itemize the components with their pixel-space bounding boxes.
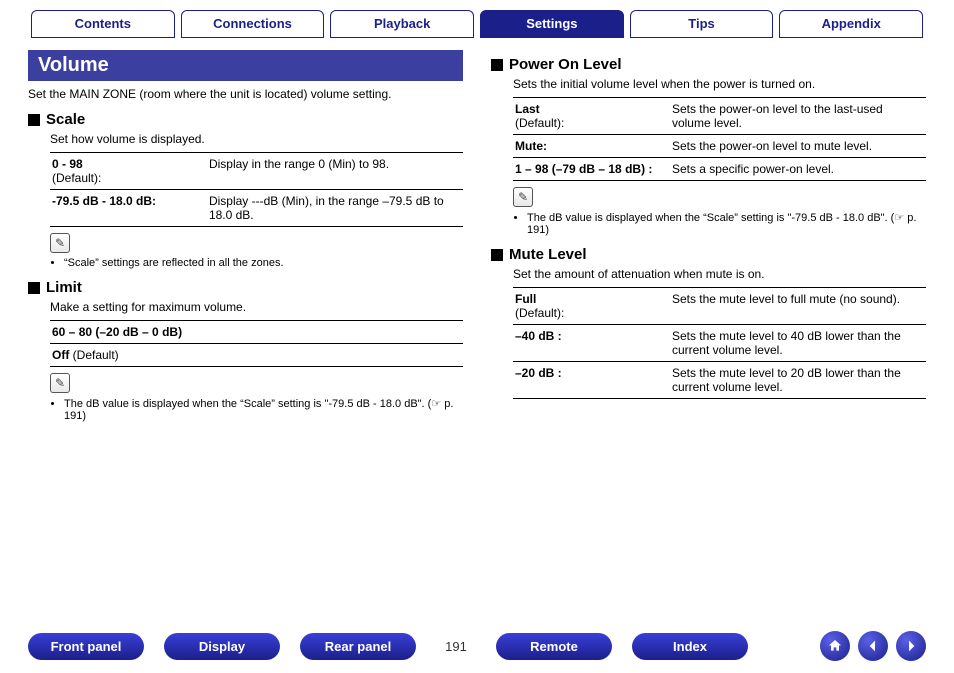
table-row: Mute: Sets the power-on level to mute lev…	[513, 135, 926, 158]
btn-front-panel[interactable]: Front panel	[28, 633, 144, 660]
opt-key: Full	[515, 292, 536, 306]
opt-key: –40 dB :	[515, 329, 562, 343]
opt-sub: (Default):	[515, 116, 564, 130]
btn-rear-panel[interactable]: Rear panel	[300, 633, 416, 660]
section-limit: Limit Make a setting for maximum volume.…	[28, 279, 463, 422]
power-table: Last(Default): Sets the power-on level to…	[513, 97, 926, 181]
limit-desc: Make a setting for maximum volume.	[50, 300, 463, 314]
opt-val: Sets the mute level to 40 dB lower than …	[670, 325, 926, 362]
page-number: 191	[436, 639, 476, 654]
note-text: The dB value is displayed when the “Scal…	[64, 397, 463, 422]
opt-key: -79.5 dB - 18.0 dB:	[52, 194, 156, 208]
limit-table: 60 – 80 (–20 dB – 0 dB) Off (Default)	[50, 320, 463, 367]
tab-playback[interactable]: Playback	[330, 10, 474, 38]
mute-table: Full(Default): Sets the mute level to ful…	[513, 287, 926, 399]
opt-sub: (Default):	[52, 171, 101, 185]
pencil-icon: ✎	[50, 233, 70, 253]
intro-text: Set the MAIN ZONE (room where the unit i…	[28, 87, 463, 101]
opt-val: Sets the mute level to full mute (no sou…	[670, 288, 926, 325]
table-row: 60 – 80 (–20 dB – 0 dB)	[50, 321, 463, 344]
btn-display[interactable]: Display	[164, 633, 280, 660]
tab-appendix[interactable]: Appendix	[779, 10, 923, 38]
scale-table: 0 - 98(Default): Display in the range 0 (…	[50, 152, 463, 227]
table-row: Full(Default): Sets the mute level to ful…	[513, 288, 926, 325]
prev-icon[interactable]	[858, 631, 888, 661]
opt-key: 60 – 80 (–20 dB – 0 dB)	[52, 325, 182, 339]
tab-settings[interactable]: Settings	[480, 10, 624, 38]
opt-val: Sets the power-on level to the last-used…	[670, 98, 926, 135]
note-text: The dB value is displayed when the “Scal…	[527, 211, 926, 236]
section-power-on-level: Power On Level Sets the initial volume l…	[491, 56, 926, 236]
tab-tips[interactable]: Tips	[630, 10, 774, 38]
limit-note: The dB value is displayed when the “Scal…	[50, 397, 463, 422]
power-note: The dB value is displayed when the “Scal…	[513, 211, 926, 236]
next-icon[interactable]	[896, 631, 926, 661]
tab-contents[interactable]: Contents	[31, 10, 175, 38]
opt-val: Sets the mute level to 20 dB lower than …	[670, 362, 926, 399]
opt-val: Display in the range 0 (Min) to 98.	[207, 153, 463, 190]
power-desc: Sets the initial volume level when the p…	[513, 77, 926, 91]
bullet-icon	[28, 282, 40, 294]
table-row: Last(Default): Sets the power-on level to…	[513, 98, 926, 135]
top-tabs: Contents Connections Playback Settings T…	[28, 10, 926, 38]
table-row: -79.5 dB - 18.0 dB: Display ---dB (Min), …	[50, 190, 463, 227]
opt-val: Display ---dB (Min), in the range –79.5 …	[207, 190, 463, 227]
home-icon[interactable]	[820, 631, 850, 661]
opt-key: Last	[515, 102, 540, 116]
footer: Front panel Display Rear panel 191 Remot…	[0, 631, 954, 661]
bullet-icon	[491, 249, 503, 261]
opt-val: Sets the power-on level to mute level.	[670, 135, 926, 158]
bullet-icon	[491, 59, 503, 71]
scale-desc: Set how volume is displayed.	[50, 132, 463, 146]
btn-remote[interactable]: Remote	[496, 633, 612, 660]
pencil-icon: ✎	[50, 373, 70, 393]
mute-desc: Set the amount of attenuation when mute …	[513, 267, 926, 281]
table-row: 0 - 98(Default): Display in the range 0 (…	[50, 153, 463, 190]
left-column: Volume Set the MAIN ZONE (room where the…	[28, 50, 463, 432]
note-text: “Scale” settings are reflected in all th…	[64, 257, 463, 269]
table-row: –40 dB : Sets the mute level to 40 dB low…	[513, 325, 926, 362]
mute-title: Mute Level	[509, 246, 587, 263]
section-mute-level: Mute Level Set the amount of attenuation…	[491, 246, 926, 399]
opt-sub: (Default)	[69, 348, 118, 362]
opt-sub: (Default):	[515, 306, 564, 320]
table-row: Off (Default)	[50, 344, 463, 367]
bullet-icon	[28, 114, 40, 126]
limit-title: Limit	[46, 279, 82, 296]
opt-key: 0 - 98	[52, 157, 83, 171]
scale-title: Scale	[46, 111, 85, 128]
heading-volume: Volume	[28, 50, 463, 81]
opt-key: 1 – 98 (–79 dB – 18 dB) :	[515, 162, 652, 176]
opt-key: Mute:	[515, 139, 547, 153]
table-row: 1 – 98 (–79 dB – 18 dB) : Sets a specific…	[513, 158, 926, 181]
section-scale: Scale Set how volume is displayed. 0 - 9…	[28, 111, 463, 269]
scale-note: “Scale” settings are reflected in all th…	[50, 257, 463, 269]
tab-connections[interactable]: Connections	[181, 10, 325, 38]
power-title: Power On Level	[509, 56, 622, 73]
opt-val: Sets a specific power-on level.	[670, 158, 926, 181]
opt-key: –20 dB :	[515, 366, 562, 380]
btn-index[interactable]: Index	[632, 633, 748, 660]
opt-key: Off	[52, 348, 69, 362]
table-row: –20 dB : Sets the mute level to 20 dB low…	[513, 362, 926, 399]
pencil-icon: ✎	[513, 187, 533, 207]
right-column: Power On Level Sets the initial volume l…	[491, 50, 926, 432]
